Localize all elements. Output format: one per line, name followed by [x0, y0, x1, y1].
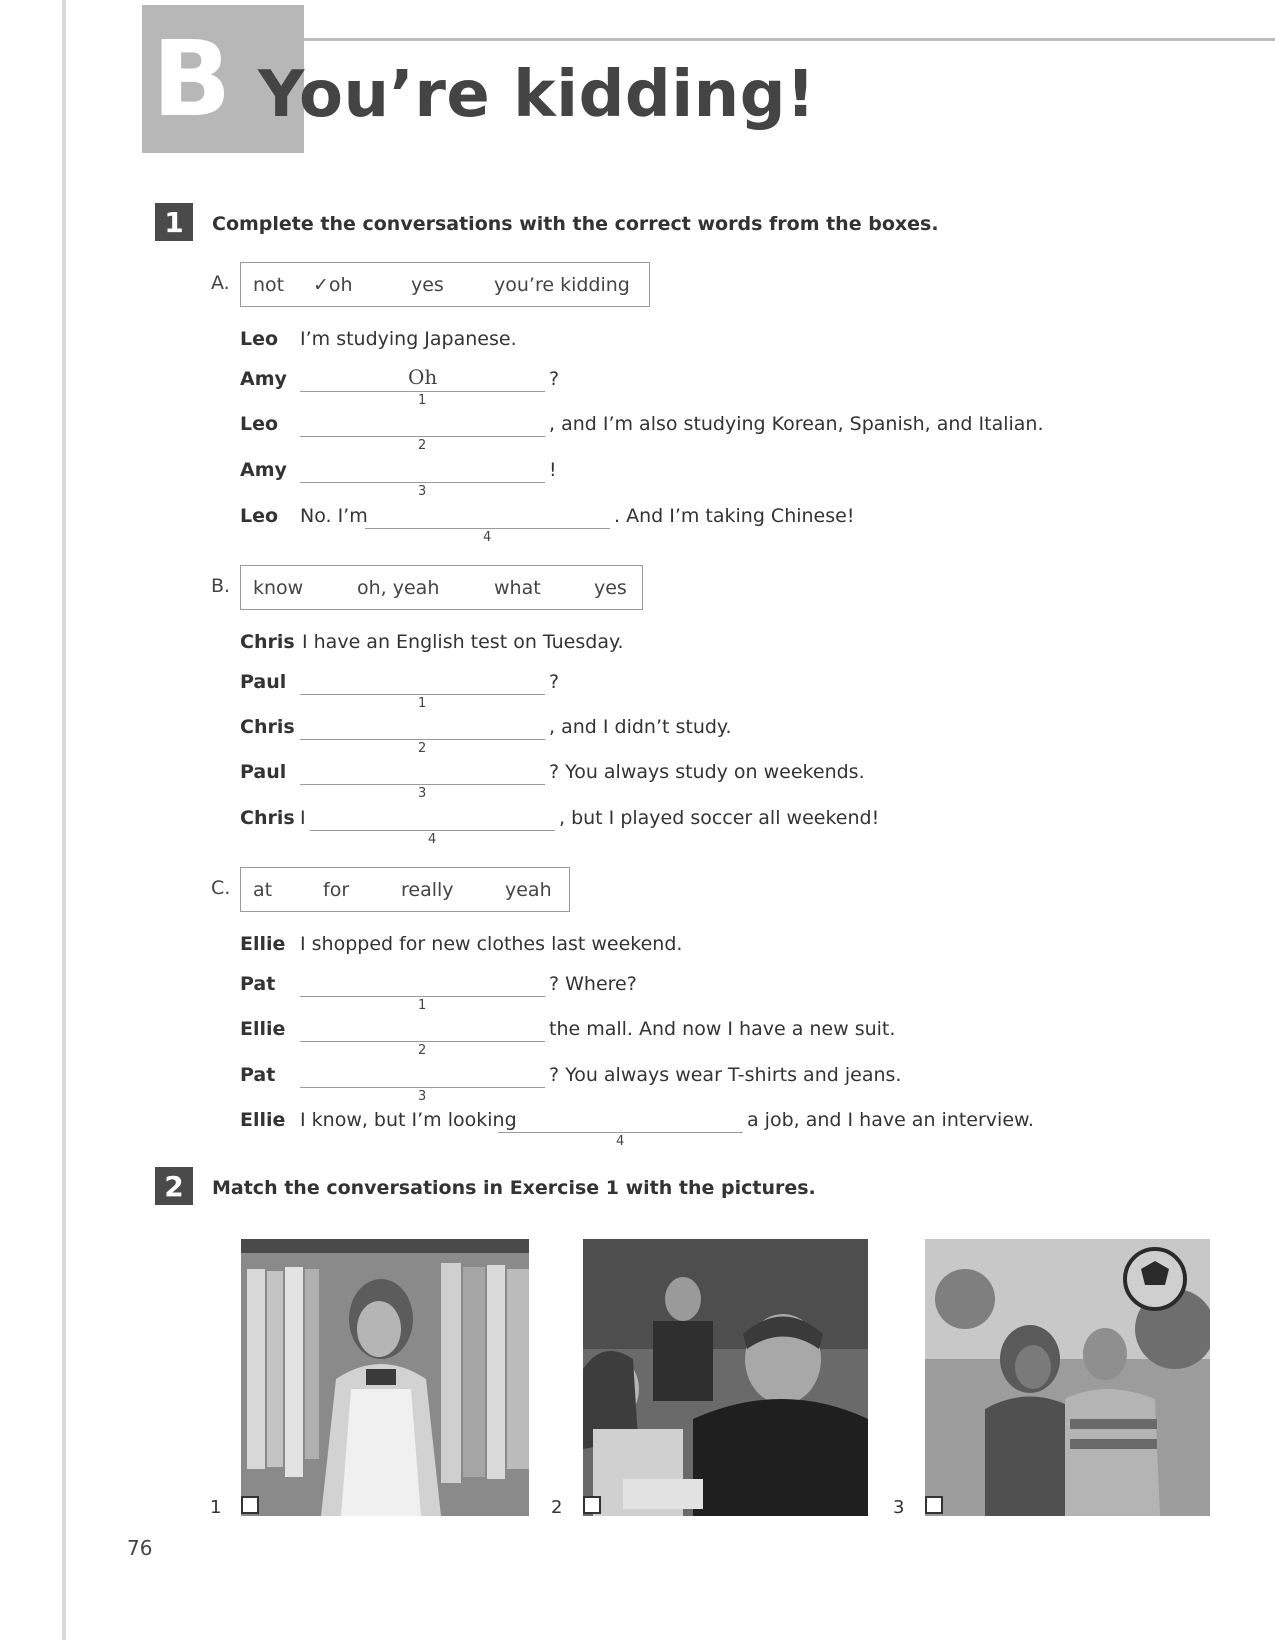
blank-number: 4: [428, 832, 437, 847]
speaker-name: Ellie: [240, 1018, 286, 1040]
dialogue-text: I know, but I’m looking: [300, 1109, 517, 1131]
speaker-name: Leo: [240, 505, 279, 527]
blank-number: 1: [418, 393, 427, 408]
page-binding-edge: [62, 0, 66, 1640]
speaker-name: Ellie: [240, 1109, 286, 1131]
exercise-2-instruction: Match the conversations in Exercise 1 wi…: [212, 1177, 816, 1199]
dialogue-text: . And I’m taking Chinese!: [614, 505, 855, 527]
picture-number: 3: [893, 1497, 905, 1518]
word-box-item: ✓oh: [313, 274, 353, 296]
dialogue-text: I shopped for new clothes last weekend.: [300, 933, 683, 955]
blank-number: 2: [418, 1043, 427, 1058]
section-a-word-box: not ✓oh yes you’re kidding: [240, 262, 650, 307]
dialogue-text: the mall. And now I have a new suit.: [549, 1018, 896, 1040]
header-rule: [290, 38, 1275, 41]
dialogue-text: I: [300, 807, 306, 829]
photo-friends-playing-soccer: [925, 1239, 1210, 1516]
picture-number: 2: [551, 1497, 563, 1518]
speaker-name: Pat: [240, 973, 276, 995]
speaker-name: Chris: [240, 631, 295, 653]
blank-number: 2: [418, 741, 427, 756]
answer-blank[interactable]: [310, 830, 555, 831]
answer-blank[interactable]: [300, 482, 545, 483]
word-box-item: know: [253, 577, 304, 599]
answer-blank[interactable]: [365, 528, 610, 529]
blank-number: 3: [418, 1089, 427, 1104]
word-box-item: yeah: [505, 879, 552, 901]
speaker-name: Leo: [240, 413, 279, 435]
handwritten-answer: Oh: [408, 365, 438, 389]
section-letter: B: [152, 18, 232, 140]
section-a-letter: A.: [211, 272, 230, 294]
blank-number: 3: [418, 786, 427, 801]
answer-blank[interactable]: [498, 1132, 743, 1133]
page-title: You’re kidding!: [258, 58, 816, 132]
answer-blank[interactable]: [300, 1087, 545, 1088]
picture-2-checkbox[interactable]: [583, 1496, 601, 1514]
dialogue-text: ? You always wear T-shirts and jeans.: [549, 1064, 902, 1086]
word-box-item: at: [253, 879, 273, 901]
speaker-name: Amy: [240, 368, 287, 390]
exercise-2-number: 2: [155, 1167, 193, 1205]
speaker-name: Chris: [240, 807, 295, 829]
speaker-name: Ellie: [240, 933, 286, 955]
dialogue-text: No. I’m: [300, 505, 368, 527]
picture-number: 1: [210, 1497, 222, 1518]
dialogue-text: a job, and I have an interview.: [747, 1109, 1034, 1131]
picture-3-checkbox[interactable]: [925, 1496, 943, 1514]
blank-number: 1: [418, 998, 427, 1013]
word-box-item: not: [253, 274, 285, 296]
answer-blank[interactable]: [300, 739, 545, 740]
speaker-name: Chris: [240, 716, 295, 738]
word-box-item: what: [494, 577, 541, 599]
speaker-name: Pat: [240, 1064, 276, 1086]
speaker-name: Leo: [240, 328, 279, 350]
blank-number: 4: [483, 530, 492, 545]
photo-woman-shopping-clothes: [241, 1239, 529, 1516]
section-b-word-box: know oh, yeah what yes: [240, 565, 643, 610]
blank-number: 4: [616, 1134, 625, 1149]
answer-blank[interactable]: [300, 694, 545, 695]
blank-number: 1: [418, 696, 427, 711]
dialogue-text: ?: [549, 671, 560, 693]
exercise-1-instruction: Complete the conversations with the corr…: [212, 213, 939, 235]
word-box-item: yes: [411, 274, 444, 296]
dialogue-text: I have an English test on Tuesday.: [302, 631, 624, 653]
speaker-name: Paul: [240, 761, 287, 783]
section-c-word-box: at for really yeah: [240, 867, 570, 912]
section-b-letter: B.: [211, 575, 231, 597]
word-box-item: you’re kidding: [494, 274, 630, 296]
answer-blank[interactable]: [300, 996, 545, 997]
answer-blank[interactable]: [300, 436, 545, 437]
dialogue-text: ?: [549, 368, 560, 390]
page-number: 76: [127, 1536, 153, 1560]
shopping-scene-icon: [241, 1239, 529, 1516]
dialogue-text: ? Where?: [549, 973, 637, 995]
photo-students-in-class: [583, 1239, 868, 1516]
speaker-name: Amy: [240, 459, 287, 481]
answer-blank[interactable]: [300, 1041, 545, 1042]
word-box-item: oh, yeah: [357, 577, 440, 599]
picture-1-checkbox[interactable]: [241, 1496, 259, 1514]
speaker-name: Paul: [240, 671, 287, 693]
exercise-1-number: 1: [155, 203, 193, 241]
classroom-scene-icon: [583, 1239, 868, 1516]
answer-blank[interactable]: [300, 784, 545, 785]
blank-number: 2: [418, 438, 427, 453]
answer-blank[interactable]: [300, 391, 545, 392]
dialogue-text: , and I didn’t study.: [549, 716, 732, 738]
word-box-item: yes: [594, 577, 627, 599]
dialogue-text: I’m studying Japanese.: [300, 328, 517, 350]
word-box-item: really: [401, 879, 454, 901]
dialogue-text: ? You always study on weekends.: [549, 761, 865, 783]
soccer-scene-icon: [925, 1239, 1210, 1516]
dialogue-text: , and I’m also studying Korean, Spanish,…: [549, 413, 1044, 435]
blank-number: 3: [418, 484, 427, 499]
section-c-letter: C.: [211, 877, 231, 899]
word-box-item: for: [323, 879, 350, 901]
dialogue-text: , but I played soccer all weekend!: [559, 807, 880, 829]
dialogue-text: !: [549, 459, 557, 481]
